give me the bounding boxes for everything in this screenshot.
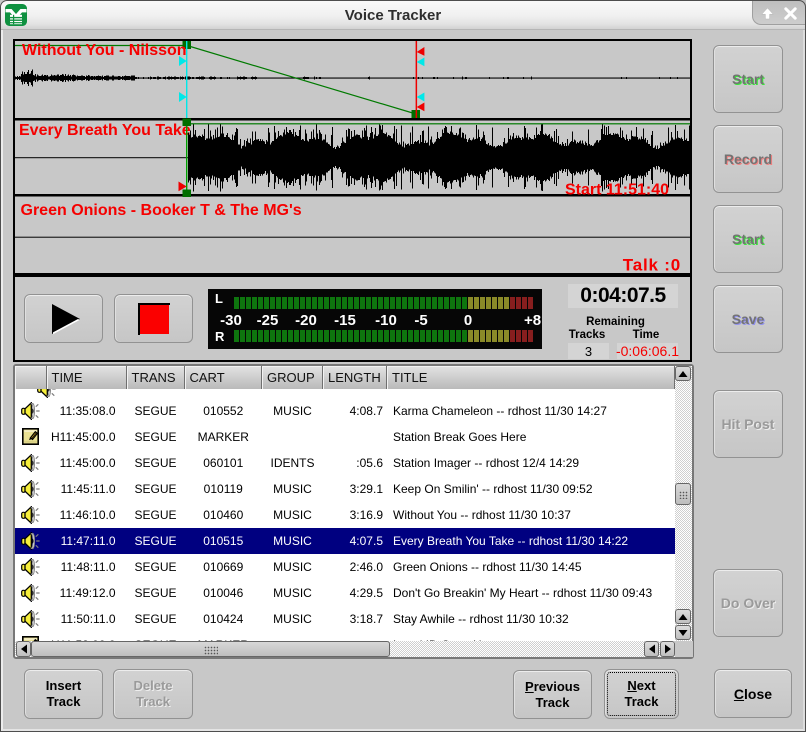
svg-text:Start 11:51:40: Start 11:51:40 bbox=[565, 182, 669, 199]
svg-text:Green Onions - Booker T & The: Green Onions - Booker T & The MG's bbox=[21, 202, 302, 219]
svg-text:Without You - Nilsson: Without You - Nilsson bbox=[22, 42, 187, 59]
svg-text:Talk :0: Talk :0 bbox=[623, 256, 681, 274]
svg-text:Every Breath You Take: Every Breath You Take bbox=[19, 122, 191, 139]
